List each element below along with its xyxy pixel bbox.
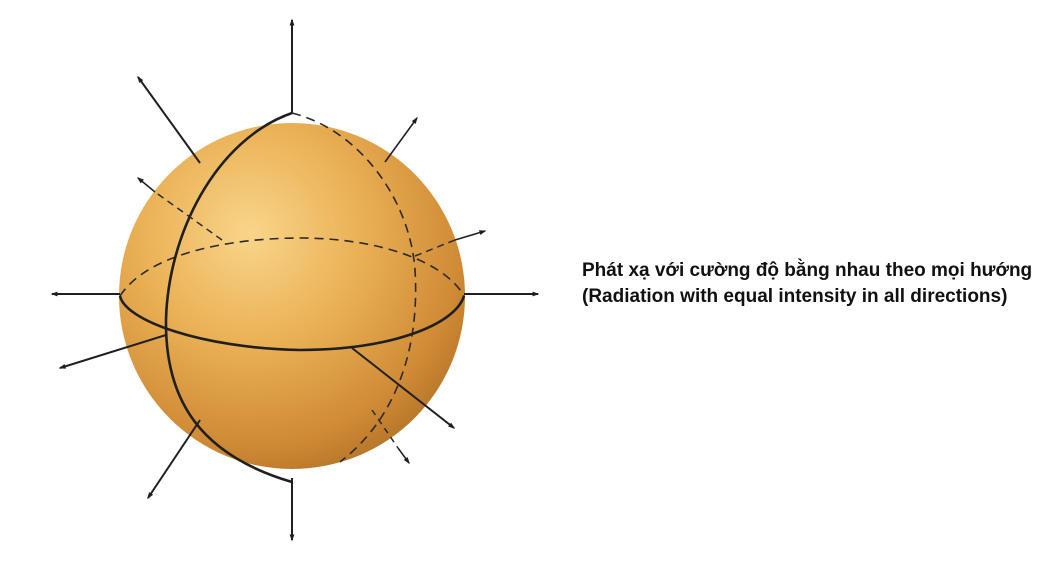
sphere (119, 123, 465, 469)
caption-text: Phát xạ với cường độ bằng nhau theo mọi … (582, 260, 1033, 307)
arrow-back-upper-right (384, 116, 418, 163)
arrow-bottom-left (147, 419, 201, 500)
isotropic-radiation-diagram (50, 18, 540, 542)
arrow-upper-left (137, 75, 201, 164)
arrow-back-upper-left-tip (136, 177, 156, 193)
arrow-back-lower-right-tip (397, 447, 410, 465)
arrow-back-right-tip (454, 230, 487, 241)
